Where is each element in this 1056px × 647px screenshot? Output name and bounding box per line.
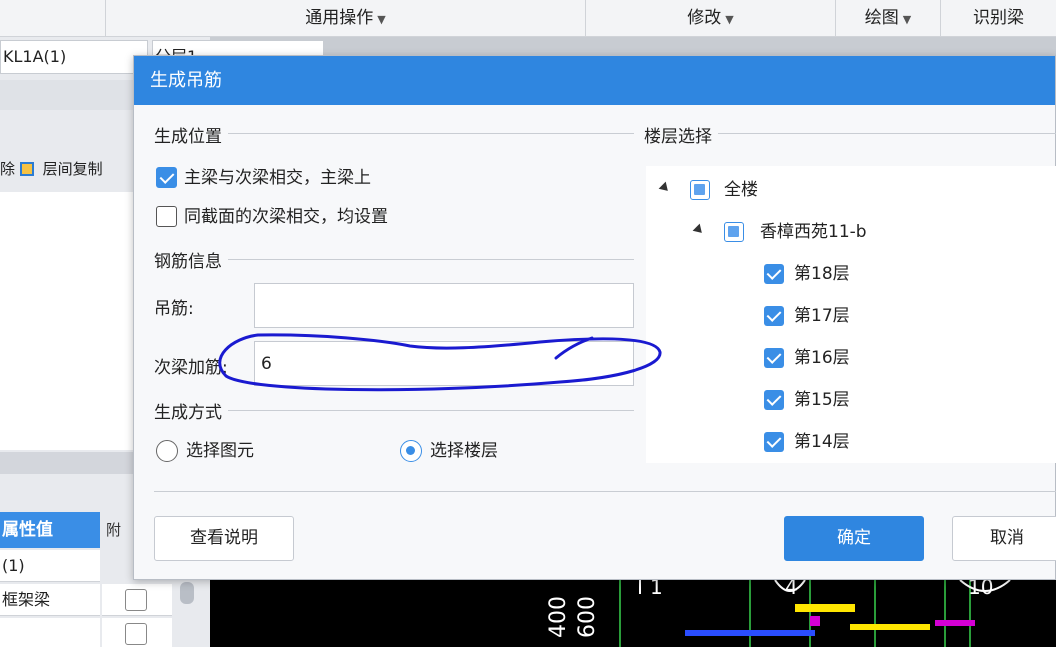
dialog-footer-divider — [154, 491, 1056, 492]
view-help-button[interactable]: 查看说明 — [154, 516, 294, 561]
component-selector[interactable]: KL1A(1) — [0, 40, 148, 74]
checkbox-checked-icon[interactable] — [764, 348, 784, 368]
checkbox-checked-icon[interactable] — [764, 390, 784, 410]
menu-modify[interactable]: 修改 ▼ — [585, 0, 835, 37]
menu-general-ops-label: 通用操作 — [305, 8, 374, 28]
radio-on-icon — [400, 440, 422, 462]
layer-copy-icon — [19, 162, 34, 176]
secondary-beam-label: 次梁加筋: — [154, 358, 228, 378]
checkbox-checked-icon — [156, 167, 177, 188]
cad-axis-label: 4 — [785, 580, 798, 599]
position-group-heading: 生成位置 — [154, 122, 228, 147]
attach-header: 附 — [102, 512, 133, 548]
method-select-element-label: 选择图元 — [186, 441, 254, 461]
rebar-group-heading: 钢筋信息 — [154, 247, 228, 272]
method-select-floor-label: 选择楼层 — [430, 441, 498, 461]
copy-between-layers-button[interactable]: 除 层间复制 — [0, 158, 103, 179]
tree-node-label: 第17层 — [794, 306, 850, 326]
radio-off-icon — [156, 440, 178, 462]
panel-scrollbar[interactable] — [180, 582, 194, 604]
method-group-heading: 生成方式 — [154, 398, 228, 423]
cad-dimension-400: 400 — [546, 596, 571, 638]
cancel-button[interactable]: 取消 — [952, 516, 1056, 561]
menu-draw-label: 绘图 — [864, 8, 899, 28]
expand-arrow-icon[interactable] — [692, 223, 706, 237]
floor-group-heading: 楼层选择 — [644, 122, 718, 147]
panel-toolbar-strip — [0, 80, 133, 110]
option-main-beam-label: 主梁与次梁相交，主梁上 — [184, 168, 371, 188]
dialog-title[interactable]: 生成吊筋 — [134, 56, 1055, 105]
property-value-header: 属性值 — [0, 512, 100, 548]
checkbox-partial-icon[interactable] — [724, 222, 744, 242]
property-cell[interactable]: 框架梁 — [0, 584, 100, 616]
component-name: KL1A(1) — [3, 47, 67, 66]
cad-dimension-600: 600 — [575, 596, 600, 638]
hanger-label: 吊筋: — [154, 299, 194, 319]
tree-node-label: 第18层 — [794, 264, 850, 284]
checkbox-partial-icon[interactable] — [690, 180, 710, 200]
dropdown-caret-icon: ▼ — [902, 13, 912, 26]
checkbox-checked-icon[interactable] — [764, 432, 784, 452]
cad-axis-label: 1 — [650, 580, 663, 599]
tree-node-label: 第14层 — [794, 432, 850, 452]
cad-canvas[interactable]: 400 600 1 4 10 — [210, 580, 1056, 647]
tree-node-label: 第16层 — [794, 348, 850, 368]
dropdown-caret-icon: ▼ — [377, 13, 386, 26]
tree-node-label: 第15层 — [794, 390, 850, 410]
checkbox-checked-icon[interactable] — [764, 264, 784, 284]
panel-splitter — [0, 452, 133, 474]
option-same-section-label: 同截面的次梁相交，均设置 — [184, 207, 388, 227]
expand-arrow-icon[interactable] — [658, 181, 672, 195]
menu-general-ops[interactable]: 通用操作 ▼ — [105, 0, 585, 37]
menu-draw[interactable]: 绘图 ▼ — [835, 0, 940, 37]
dropdown-caret-icon: ▼ — [725, 13, 734, 26]
component-list-area — [0, 192, 133, 450]
menu-identify-beam-label: 识别梁 — [973, 8, 1024, 28]
property-cell[interactable]: (1) — [0, 550, 100, 582]
tree-node-label: 香樟西苑11-b — [760, 222, 867, 242]
menu-modify-label: 修改 — [687, 8, 722, 28]
cad-drawing: 400 600 1 4 10 — [546, 580, 1011, 647]
cad-axis-label: 10 — [968, 580, 993, 599]
top-menu-bar: 通用操作 ▼ 修改 ▼ 绘图 ▼ 识别梁 — [0, 0, 1056, 37]
property-cell[interactable] — [0, 618, 100, 647]
secondary-beam-input[interactable] — [254, 341, 634, 386]
copy-between-layers-label: 层间复制 — [42, 160, 103, 178]
ok-button[interactable]: 确定 — [784, 516, 924, 561]
checkbox-checked-icon[interactable] — [764, 306, 784, 326]
delete-tool-label: 除 — [0, 160, 16, 178]
hanger-input[interactable] — [254, 283, 634, 328]
attach-checkbox[interactable] — [125, 623, 147, 645]
checkbox-unchecked-icon — [156, 206, 177, 227]
floor-tree: 全楼 香樟西苑11-b 第18层 第17层 第16层 第15层 第14层 — [646, 166, 1056, 463]
tree-node-label: 全楼 — [724, 180, 758, 200]
generate-hanger-dialog: 生成吊筋 生成位置 主梁与次梁相交，主梁上 同截面的次梁相交，均设置 钢筋信息 … — [133, 55, 1056, 580]
menu-identify-beam[interactable]: 识别梁 — [940, 0, 1056, 37]
attach-checkbox[interactable] — [125, 589, 147, 611]
